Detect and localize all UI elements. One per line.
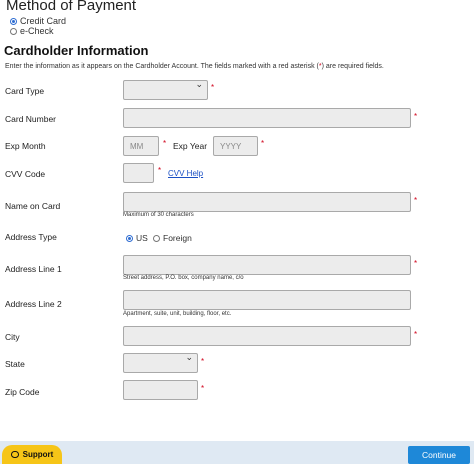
radio-selected-icon[interactable] xyxy=(10,17,17,25)
name-on-card-hint: Maximum of 30 characters xyxy=(123,212,194,218)
address-type-option-label: Foreign xyxy=(163,233,192,243)
required-fields-instructions: Enter the information as it appears on t… xyxy=(5,63,384,70)
zip-code-label: Zip Code xyxy=(5,387,40,397)
card-type-select[interactable] xyxy=(123,79,208,100)
required-asterisk: * xyxy=(414,112,418,121)
state-select[interactable] xyxy=(123,352,198,373)
card-number-input[interactable] xyxy=(123,108,411,128)
radio-unselected-icon[interactable] xyxy=(153,234,160,242)
required-asterisk: * xyxy=(414,259,418,268)
chat-bubble-icon xyxy=(10,451,19,458)
required-asterisk: * xyxy=(414,196,418,205)
required-asterisk: * xyxy=(211,83,215,92)
required-asterisk: * xyxy=(201,357,205,366)
footer-bar xyxy=(0,441,474,464)
support-button[interactable]: Support xyxy=(2,445,62,464)
payment-option-label: Credit Card xyxy=(20,16,67,26)
city-label: City xyxy=(5,332,20,342)
payment-option-label: e-Check xyxy=(20,26,54,36)
exp-month-input[interactable]: MM xyxy=(123,136,159,156)
required-asterisk: * xyxy=(158,166,162,175)
radio-unselected-icon[interactable] xyxy=(10,27,17,35)
cardholder-information-title: Cardholder Information xyxy=(4,43,149,58)
address-line-2-input[interactable] xyxy=(123,290,411,310)
address-type-label: Address Type xyxy=(5,232,57,242)
address-type-us[interactable]: US xyxy=(126,233,148,243)
payment-option-credit-card[interactable]: Credit Card xyxy=(10,16,66,26)
name-on-card-input[interactable] xyxy=(123,192,411,212)
address-type-foreign[interactable]: Foreign xyxy=(153,233,192,243)
address-line-2-label: Address Line 2 xyxy=(5,299,62,309)
cvv-code-label: CVV Code xyxy=(5,169,46,179)
address-line-1-input[interactable] xyxy=(123,255,411,275)
radio-selected-icon[interactable] xyxy=(126,234,133,242)
name-on-card-label: Name on Card xyxy=(5,201,61,211)
zip-code-input[interactable] xyxy=(123,380,198,400)
address-line-2-hint: Apartment, suite, unit, building, floor,… xyxy=(123,311,232,317)
support-label: Support xyxy=(22,450,54,459)
address-line-1-label: Address Line 1 xyxy=(5,264,62,274)
city-input[interactable] xyxy=(123,326,411,346)
required-asterisk: * xyxy=(163,139,167,148)
address-line-1-hint: Street address, P.O. box, company name, … xyxy=(123,275,244,281)
exp-year-input[interactable]: YYYY xyxy=(213,136,258,156)
exp-month-label: Exp Month xyxy=(5,141,46,151)
state-label: State xyxy=(5,359,25,369)
required-asterisk: * xyxy=(201,384,205,393)
continue-button[interactable]: Continue xyxy=(408,446,470,464)
address-type-option-label: US xyxy=(136,233,148,243)
required-asterisk: * xyxy=(261,139,265,148)
required-asterisk: * xyxy=(414,330,418,339)
payment-option-echeck[interactable]: e-Check xyxy=(10,26,54,36)
exp-year-label: Exp Year xyxy=(173,141,208,151)
method-of-payment-title: Method of Payment xyxy=(6,0,137,14)
cvv-code-input[interactable] xyxy=(123,163,154,183)
card-type-label: Card Type xyxy=(5,86,45,96)
card-number-label: Card Number xyxy=(5,114,57,124)
cvv-help-link[interactable]: CVV Help xyxy=(168,169,203,178)
